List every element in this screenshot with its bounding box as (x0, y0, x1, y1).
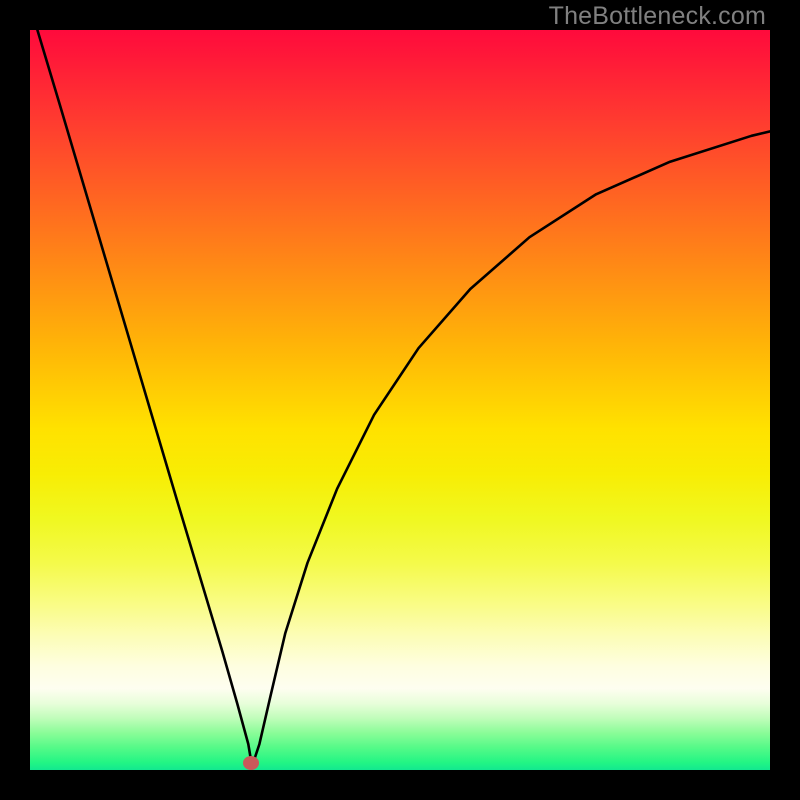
plot-area (30, 30, 770, 770)
watermark-text: TheBottleneck.com (549, 2, 766, 31)
bottleneck-curve (37, 30, 770, 766)
curve-svg (30, 30, 770, 770)
minimum-marker (243, 756, 259, 770)
